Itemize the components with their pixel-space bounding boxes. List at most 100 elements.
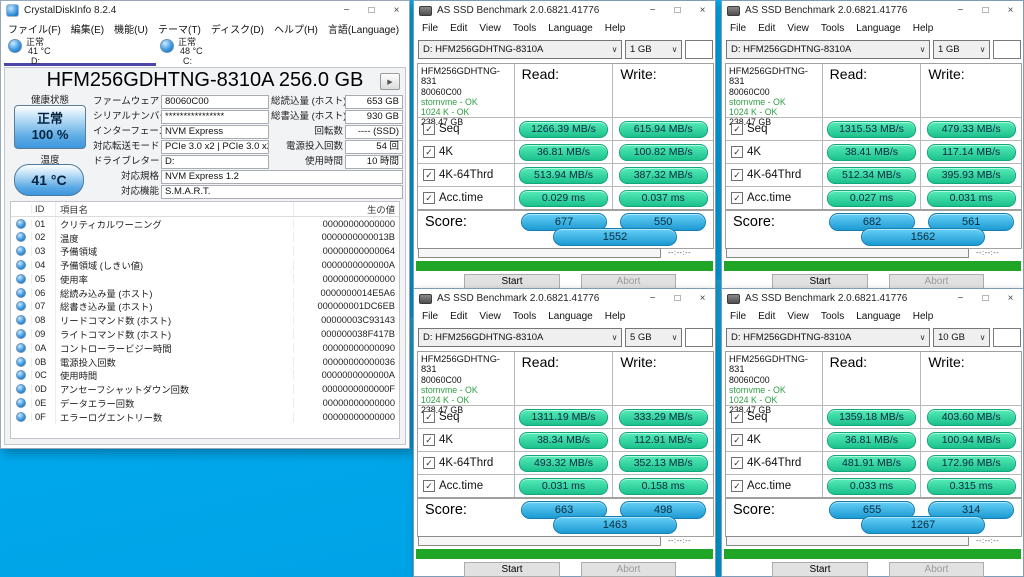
menu-file[interactable]: File: [724, 311, 752, 322]
menu-help[interactable]: Help: [907, 311, 940, 322]
menu-language[interactable]: Language: [850, 23, 907, 34]
smart-row: 06 総読み込み量 (ホスト) 0000000014E5A6: [11, 286, 399, 300]
menu-edit[interactable]: Edit: [444, 311, 473, 322]
test-size-select[interactable]: 10 GB ∨: [933, 328, 990, 347]
checkbox-seq[interactable]: ✓: [731, 123, 743, 135]
drive-select[interactable]: D: HFM256GDHTNG-8310A ∨: [726, 328, 930, 347]
test-size-value: 10 GB: [934, 332, 976, 343]
menu-language[interactable]: Language: [542, 311, 599, 322]
close-button[interactable]: ×: [690, 1, 715, 20]
checkbox-4k[interactable]: ✓: [731, 434, 743, 446]
menu-help[interactable]: Help: [599, 23, 632, 34]
maximize-button[interactable]: □: [665, 1, 690, 20]
menu-tools[interactable]: Tools: [507, 311, 542, 322]
checkbox-4k[interactable]: ✓: [423, 434, 435, 446]
checkbox-seq[interactable]: ✓: [423, 123, 435, 135]
menu-item[interactable]: テーマ(T): [153, 21, 206, 36]
minimize-button[interactable]: −: [640, 1, 665, 20]
menu-language[interactable]: Language: [850, 311, 907, 322]
next-drive-button[interactable]: ▶: [380, 73, 400, 90]
checkbox-4k[interactable]: ✓: [731, 146, 743, 158]
menu-tools[interactable]: Tools: [815, 311, 850, 322]
close-button[interactable]: ×: [998, 1, 1023, 20]
start-button[interactable]: Start: [772, 274, 868, 289]
minimize-button[interactable]: −: [948, 289, 973, 308]
test-size-select[interactable]: 1 GB ∨: [933, 40, 990, 59]
menu-item[interactable]: 機能(U): [109, 21, 153, 36]
abort-button[interactable]: Abort: [889, 562, 984, 577]
attribute-name: クリティカルワーニング: [55, 217, 293, 231]
menu-edit[interactable]: Edit: [752, 311, 781, 322]
test-size-select[interactable]: 5 GB ∨: [625, 328, 682, 347]
abort-button[interactable]: Abort: [889, 274, 984, 289]
drive-tab[interactable]: 正常 48 °C C:: [156, 37, 308, 66]
attribute-name: 予備領域: [55, 244, 293, 258]
health-status-badge[interactable]: 正常 100 %: [14, 105, 86, 149]
row-label: 4K: [747, 434, 761, 446]
titlebar[interactable]: AS SSD Benchmark 2.0.6821.41776 − □ ×: [722, 1, 1023, 20]
menu-view[interactable]: View: [473, 23, 507, 34]
menu-view[interactable]: View: [781, 311, 815, 322]
menu-view[interactable]: View: [473, 311, 507, 322]
checkbox-acctime[interactable]: ✓: [423, 480, 435, 492]
checkbox-4k[interactable]: ✓: [423, 146, 435, 158]
text-field[interactable]: [993, 328, 1021, 347]
menu-view[interactable]: View: [781, 23, 815, 34]
titlebar[interactable]: CrystalDiskInfo 8.2.4 − □ ×: [1, 1, 409, 20]
start-button[interactable]: Start: [772, 562, 868, 577]
menu-item[interactable]: ヘルプ(H): [269, 21, 323, 36]
maximize-button[interactable]: □: [973, 289, 998, 308]
checkbox-acctime[interactable]: ✓: [423, 192, 435, 204]
maximize-button[interactable]: □: [359, 1, 384, 20]
start-button[interactable]: Start: [464, 562, 560, 577]
text-field[interactable]: [993, 40, 1021, 59]
minimize-button[interactable]: −: [640, 289, 665, 308]
menu-file[interactable]: File: [416, 311, 444, 322]
checkbox-4k64thrd[interactable]: ✓: [423, 457, 435, 469]
checkbox-4k64thrd[interactable]: ✓: [731, 457, 743, 469]
menu-help[interactable]: Help: [599, 311, 632, 322]
checkbox-4k64thrd[interactable]: ✓: [731, 169, 743, 181]
menu-language[interactable]: Language: [542, 23, 599, 34]
close-button[interactable]: ×: [998, 289, 1023, 308]
attribute-status-icon: [16, 315, 26, 325]
close-button[interactable]: ×: [384, 1, 409, 20]
menu-item[interactable]: 編集(E): [66, 21, 109, 36]
close-button[interactable]: ×: [690, 289, 715, 308]
drive-tab[interactable]: 正常 41 °C D:: [4, 37, 156, 66]
drive-select[interactable]: D: HFM256GDHTNG-8310A ∨: [418, 328, 622, 347]
titlebar[interactable]: AS SSD Benchmark 2.0.6821.41776 − □ ×: [722, 289, 1023, 308]
minimize-button[interactable]: −: [334, 1, 359, 20]
minimize-button[interactable]: −: [948, 1, 973, 20]
menu-file[interactable]: File: [416, 23, 444, 34]
menu-item[interactable]: ファイル(F): [3, 21, 66, 36]
checkbox-seq[interactable]: ✓: [423, 411, 435, 423]
menu-tools[interactable]: Tools: [815, 23, 850, 34]
drive-select[interactable]: D: HFM256GDHTNG-8310A ∨: [418, 40, 622, 59]
titlebar[interactable]: AS SSD Benchmark 2.0.6821.41776 − □ ×: [414, 289, 715, 308]
menu-help[interactable]: Help: [907, 23, 940, 34]
temperature-badge[interactable]: 41 °C: [14, 164, 84, 196]
menu-tools[interactable]: Tools: [507, 23, 542, 34]
maximize-button[interactable]: □: [973, 1, 998, 20]
menu-edit[interactable]: Edit: [444, 23, 473, 34]
menu-item[interactable]: 言語(Language): [323, 21, 404, 36]
abort-button[interactable]: Abort: [581, 274, 676, 289]
maximize-button[interactable]: □: [665, 289, 690, 308]
drive-select[interactable]: D: HFM256GDHTNG-8310A ∨: [726, 40, 930, 59]
checkbox-acctime[interactable]: ✓: [731, 480, 743, 492]
abort-button[interactable]: Abort: [581, 562, 676, 577]
menu-item[interactable]: ディスク(D): [206, 21, 269, 36]
check-icon: ✓: [733, 436, 741, 445]
checkbox-4k64thrd[interactable]: ✓: [423, 169, 435, 181]
text-field[interactable]: [685, 40, 713, 59]
menu-edit[interactable]: Edit: [752, 23, 781, 34]
test-size-select[interactable]: 1 GB ∨: [625, 40, 682, 59]
text-field[interactable]: [685, 328, 713, 347]
titlebar[interactable]: AS SSD Benchmark 2.0.6821.41776 − □ ×: [414, 1, 715, 20]
as-ssd-window: AS SSD Benchmark 2.0.6821.41776 − □ × Fi…: [413, 0, 716, 290]
start-button[interactable]: Start: [464, 274, 560, 289]
checkbox-seq[interactable]: ✓: [731, 411, 743, 423]
menu-file[interactable]: File: [724, 23, 752, 34]
checkbox-acctime[interactable]: ✓: [731, 192, 743, 204]
